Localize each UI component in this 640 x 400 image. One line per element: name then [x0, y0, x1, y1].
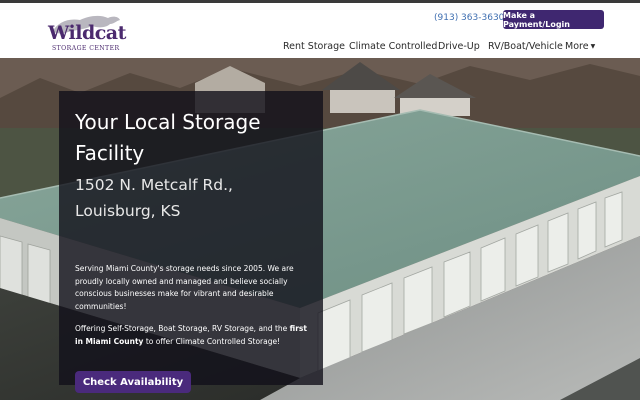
hero-title: Your Local Storage Facility — [75, 110, 261, 165]
check-availability-button[interactable]: Check Availability — [75, 371, 191, 393]
hero-address: 1502 N. Metcalf Rd., Louisburg, KS — [75, 176, 233, 220]
site-logo[interactable]: Wildcat STORAGE CENTER — [46, 12, 136, 56]
hero-intro-text: Serving Miami County's storage needs sin… — [75, 264, 294, 311]
logo-subtitle: STORAGE CENTER — [52, 45, 120, 52]
nav-climate-controlled[interactable]: Climate Controlled — [349, 41, 437, 52]
caret-down-icon: ▼ — [590, 43, 596, 50]
site-header: Wildcat STORAGE CENTER (913) 363-3630 Ma… — [0, 3, 640, 58]
hero-info-panel: Your Local Storage Facility 1502 N. Metc… — [59, 91, 323, 393]
nav-rv-boat-vehicle[interactable]: RV/Boat/Vehicle — [488, 41, 563, 52]
offering-text-end: to offer Climate Controlled Storage! — [143, 336, 281, 346]
nav-drive-up[interactable]: Drive-Up — [438, 41, 480, 52]
offering-text-start: Offering Self-Storage, Boat Storage, RV … — [75, 324, 290, 333]
nav-more-label: More — [565, 41, 589, 52]
phone-link[interactable]: (913) 363-3630 — [434, 13, 504, 23]
hero-section: Your Local Storage Facility 1502 N. Metc… — [0, 58, 640, 400]
payment-login-button[interactable]: Make a Payment/Login — [503, 10, 604, 29]
logo-name: Wildcat — [48, 22, 126, 44]
nav-more[interactable]: More ▼ — [565, 41, 595, 52]
nav-rent-storage[interactable]: Rent Storage — [283, 41, 345, 52]
hero-offering-text: Offering Self-Storage, Boat Storage, RV … — [75, 323, 311, 348]
